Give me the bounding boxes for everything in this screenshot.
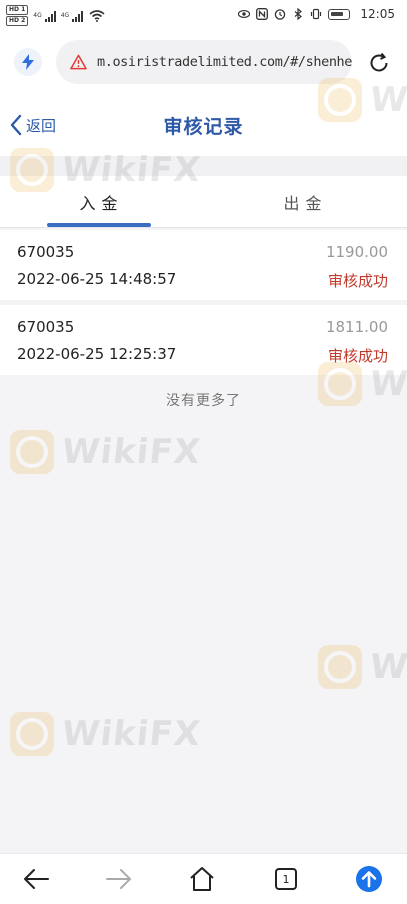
record-status: 审核成功 (327, 347, 388, 365)
nav-upload-button[interactable] (352, 864, 386, 894)
watermark-text: WikiFX (59, 432, 203, 472)
page-title: 审核记录 (163, 116, 244, 138)
eye-icon (238, 9, 251, 19)
lightning-button[interactable] (14, 48, 42, 76)
reload-icon (370, 52, 388, 72)
page-header: 返回 审核记录 (0, 96, 407, 156)
record-account-id: 670035 (17, 318, 75, 336)
status-right: 12:05 (238, 7, 395, 21)
wifi-icon (89, 9, 105, 22)
arrow-left-icon (24, 869, 49, 889)
watermark-logo-icon (10, 430, 54, 474)
record-time: 2022-06-25 12:25:37 (17, 345, 177, 363)
alarm-icon (275, 9, 286, 20)
watermark: WikiFX (10, 430, 203, 474)
sim2-badge: HD 2 (6, 16, 29, 26)
nav-tabs-button[interactable]: 1 (269, 864, 303, 894)
watermark: WikiFX (10, 712, 203, 756)
network-type-1: 4G (33, 12, 42, 19)
record-time: 2022-06-25 14:48:57 (17, 270, 177, 288)
lightning-icon (22, 54, 34, 70)
nav-home-button[interactable] (185, 864, 219, 894)
list-item[interactable]: 670035 1190.00 2022-06-25 14:48:57 审核成功 (0, 230, 407, 300)
status-bar: HD 1 HD 2 4G 4G 12:05 (0, 0, 407, 34)
watermark-logo-icon (10, 712, 54, 756)
record-amount: 1190.00 (325, 243, 388, 261)
bluetooth-icon (295, 8, 303, 20)
active-tab-indicator (47, 223, 151, 227)
network-type-2: 4G (60, 12, 70, 19)
no-more-text: 没有更多了 (166, 393, 241, 409)
tab-deposit[interactable]: 入金 (0, 176, 203, 228)
signal-strength-1-icon (44, 10, 56, 22)
warning-triangle-icon (70, 54, 87, 70)
reload-button[interactable] (364, 48, 394, 78)
arrow-right-icon (106, 869, 131, 889)
url-text: m.osiristradelimited.com/#/shenhe (96, 54, 352, 70)
status-left: HD 1 HD 2 4G 4G (6, 5, 105, 26)
browser-toolbar: m.osiristradelimited.com/#/shenhe (0, 34, 407, 96)
vibrate-icon (311, 8, 322, 20)
sim-indicators: HD 1 HD 2 (6, 5, 29, 26)
battery-icon (328, 8, 351, 20)
list-item[interactable]: 670035 1811.00 2022-06-25 12:25:37 审核成功 (0, 305, 407, 375)
watermark-text: WikiFX (367, 647, 407, 687)
record-account-id: 670035 (17, 243, 75, 261)
tab-withdrawal[interactable]: 出金 (204, 176, 407, 228)
header-divider-band (0, 156, 407, 176)
tab-bar: 入金 出金 (0, 176, 407, 228)
record-amount: 1811.00 (325, 318, 388, 336)
nav-forward-button[interactable] (102, 864, 136, 894)
home-icon (190, 867, 214, 891)
arrow-up-circle-icon (356, 866, 382, 892)
watermark-logo-icon (318, 645, 362, 689)
record-status: 审核成功 (327, 272, 388, 290)
watermark-text: WikiFX (59, 714, 203, 754)
sim1-badge: HD 1 (6, 5, 29, 15)
address-bar[interactable]: m.osiristradelimited.com/#/shenhe (56, 40, 352, 84)
watermark: WikiFX (318, 645, 407, 689)
nav-back-button[interactable] (19, 864, 53, 894)
browser-bottom-nav: 1 (0, 853, 407, 904)
tab-count: 1 (275, 868, 297, 890)
nfc-icon (256, 8, 269, 20)
signal-strength-2-icon (72, 10, 84, 22)
status-time: 12:05 (360, 7, 395, 21)
